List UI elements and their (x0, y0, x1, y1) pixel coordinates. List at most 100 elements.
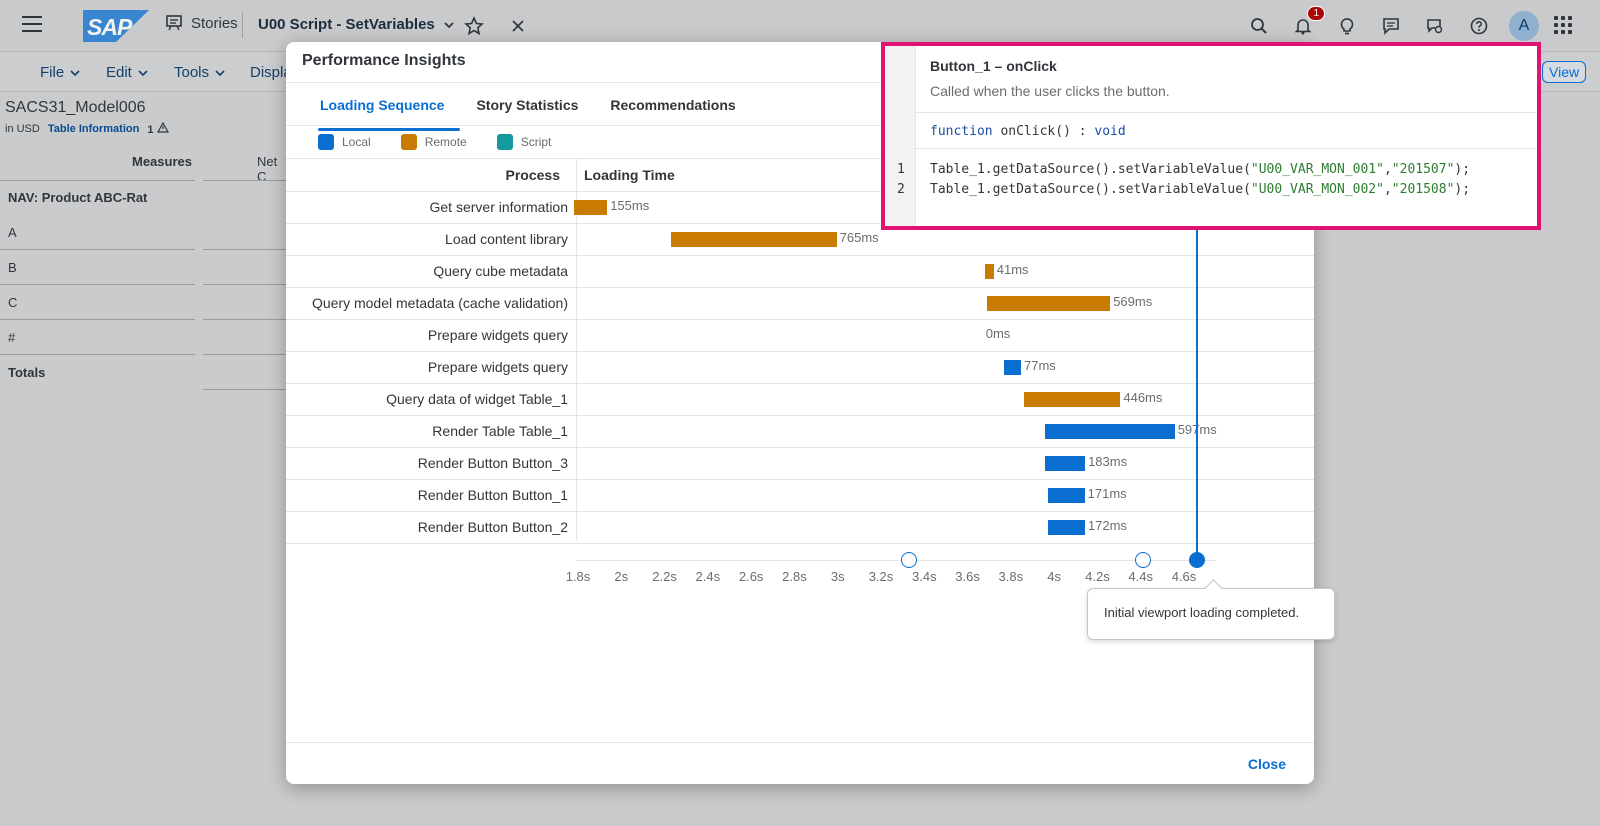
row-divider (203, 284, 288, 285)
signature-keyword: function (930, 124, 993, 139)
view-button[interactable]: View (1542, 61, 1587, 83)
story-title-dropdown[interactable]: U00 Script - SetVariables (258, 16, 455, 33)
code-divider (916, 148, 1537, 149)
header-divider (203, 180, 288, 181)
viewport-complete-line (1196, 192, 1198, 560)
dialog-title: Performance Insights (302, 52, 466, 69)
timeline-marker[interactable] (1134, 552, 1151, 568)
favorite-star-icon[interactable] (460, 12, 488, 40)
process-name: Query data of widget Table_1 (386, 391, 568, 407)
axis-tick-label: 3.8s (998, 569, 1024, 584)
chevron-down-icon (138, 69, 148, 76)
notifications-bell-icon[interactable]: 1 (1289, 6, 1325, 40)
row-divider (0, 354, 195, 355)
help-icon[interactable] (1465, 12, 1493, 40)
close-story-icon[interactable] (504, 12, 532, 40)
duration-bar[interactable] (1047, 488, 1085, 503)
group-label: NAV: Product ABC-Rat (8, 190, 148, 205)
file-menu[interactable]: File (40, 64, 80, 81)
dialog-footer-divider (286, 742, 1314, 743)
column-header-loading-time: Loading Time (584, 167, 675, 183)
axis-tick-label: 2.6s (738, 569, 764, 584)
file-menu-label: File (40, 64, 65, 81)
tools-menu[interactable]: Tools (174, 64, 225, 81)
duration-label: 183ms (1088, 454, 1128, 469)
sap-logo[interactable]: SAP (83, 10, 149, 42)
gantt-row[interactable]: Query data of widget Table_1 446ms (286, 384, 1314, 416)
warning-icon (156, 121, 169, 133)
axis-tick-label: 2.8s (782, 569, 807, 584)
line-number: 2 (897, 182, 905, 197)
warning-indicator[interactable]: 1 (147, 121, 169, 136)
duration-bar[interactable] (1023, 392, 1121, 407)
legend-swatch-local (318, 134, 334, 150)
discussions-icon[interactable] (1421, 12, 1449, 40)
code-divider (916, 112, 1537, 113)
row-divider (203, 389, 288, 390)
axis-tick-label: 3s (830, 569, 845, 584)
duration-bar[interactable] (984, 264, 994, 279)
user-avatar[interactable]: A (1509, 11, 1539, 41)
gantt-row[interactable]: Render Button Button_1 171ms (286, 480, 1314, 512)
duration-bar[interactable] (1045, 424, 1175, 439)
gantt-row[interactable]: Query model metadata (cache validation) 5… (286, 288, 1314, 320)
gantt-row[interactable]: Prepare widgets query 77ms (286, 352, 1314, 384)
close-button[interactable]: Close (1248, 756, 1286, 772)
menu-icon[interactable] (22, 16, 42, 36)
header-divider (0, 180, 195, 181)
process-name: Get server information (429, 199, 569, 215)
script-code-popover: Button_1 – onClick Called when the user … (881, 42, 1541, 230)
table-row-label: B (8, 260, 17, 275)
axis-tick-label: 4.6s (1171, 569, 1197, 584)
legend-swatch-remote (400, 134, 417, 150)
chat-icon[interactable] (1377, 12, 1405, 40)
duration-label: 0ms (985, 326, 1011, 341)
row-divider (203, 319, 288, 320)
time-axis-line (576, 560, 1216, 561)
row-divider (0, 249, 195, 250)
presentation-icon (166, 15, 182, 31)
row-divider (203, 354, 288, 355)
column-header-measures[interactable]: Measures (132, 154, 192, 169)
table-row-label: C (8, 295, 18, 310)
chevron-down-icon (70, 69, 80, 76)
story-title: U00 Script - SetVariables (258, 16, 435, 33)
gantt-row[interactable]: Render Button Button_3 183ms (286, 448, 1314, 480)
row-divider (0, 284, 195, 285)
code-line[interactable]: Table_1.getDataSource().setVariableValue… (930, 182, 1470, 197)
stories-link[interactable]: Stories (165, 14, 238, 32)
duration-bar[interactable] (1004, 360, 1022, 375)
edit-menu[interactable]: Edit (106, 64, 148, 81)
duration-bar[interactable] (573, 200, 608, 215)
duration-label: 171ms (1087, 486, 1127, 501)
shell-divider (242, 12, 243, 38)
gantt-row[interactable]: Render Button Button_2 172ms (286, 512, 1314, 544)
process-name: Prepare widgets query (427, 327, 568, 343)
code-line[interactable]: Table_1.getDataSource().setVariableValue… (930, 162, 1470, 177)
gantt-row[interactable]: Query cube metadata 41ms (286, 256, 1314, 288)
lightbulb-icon[interactable] (1333, 12, 1361, 40)
code-description: Called when the user clicks the button. (930, 83, 1170, 99)
process-name: Render Button Button_1 (417, 487, 568, 503)
viewport-tooltip: Initial viewport loading completed. (1087, 588, 1335, 640)
legend-item-script[interactable]: Script (496, 134, 551, 150)
function-signature: function onClick() : void (930, 124, 1126, 139)
signature-name: onClick() : (1000, 124, 1095, 139)
timeline-marker[interactable] (901, 552, 918, 568)
axis-tick-label: 4.2s (1085, 569, 1110, 584)
gantt-row[interactable]: Prepare widgets query 0ms (286, 320, 1314, 352)
legend-item-local[interactable]: Local (318, 134, 371, 150)
legend-item-remote[interactable]: Remote (400, 134, 467, 150)
duration-bar[interactable] (1047, 520, 1085, 535)
row-divider (0, 319, 195, 320)
search-icon[interactable] (1245, 12, 1273, 40)
duration-bar[interactable] (987, 296, 1111, 311)
duration-bar[interactable] (1045, 456, 1086, 471)
legend-label-remote: Remote (424, 135, 467, 149)
duration-bar[interactable] (671, 232, 837, 247)
table-information-link[interactable]: Table Information (48, 123, 139, 135)
gantt-row[interactable]: Render Table Table_1597ms (286, 416, 1314, 448)
code-string: "201508" (1391, 182, 1455, 197)
app-grid-icon[interactable] (1554, 16, 1572, 34)
code-separator: , (1383, 162, 1392, 177)
